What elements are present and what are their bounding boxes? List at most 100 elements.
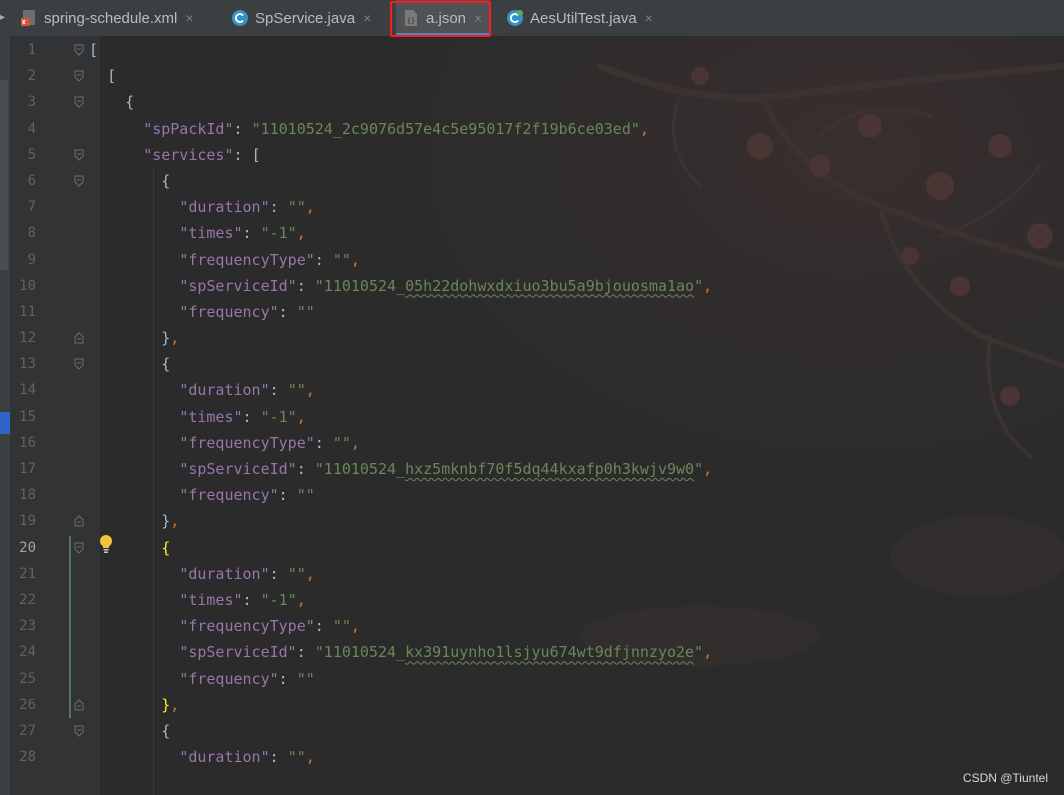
code-line[interactable]: 11 "frequency": "" <box>0 299 1064 325</box>
json-key: "times" <box>179 224 243 243</box>
line-number[interactable]: 24 <box>10 639 36 665</box>
code-line[interactable]: 26 }, <box>0 692 1064 718</box>
line-number[interactable]: 23 <box>10 613 36 639</box>
tab-label: SpService.java <box>255 9 356 27</box>
code-line[interactable]: 24 "spServiceId": "11010524_kx391uynho1l… <box>0 639 1064 665</box>
line-number[interactable]: 4 <box>10 116 36 142</box>
bracket: [ <box>251 145 261 164</box>
code-editor[interactable]: 1[2 [3 {4 "spPackId": "11010524_2c9076d5… <box>0 37 1064 770</box>
line-number[interactable]: 9 <box>10 247 36 273</box>
code-line[interactable]: 18 "frequency": "" <box>0 482 1064 508</box>
tab-scroll-left-icon[interactable]: ▸ <box>0 0 10 36</box>
line-number[interactable]: 6 <box>10 168 36 194</box>
line-number[interactable]: 5 <box>10 142 36 168</box>
line-number[interactable]: 10 <box>10 273 36 299</box>
code-line[interactable]: 9 "frequencyType": "", <box>0 247 1064 273</box>
code-line[interactable]: 3 { <box>0 89 1064 115</box>
fold-marker-icon[interactable] <box>74 175 84 187</box>
fold-marker-icon[interactable] <box>74 725 84 737</box>
code-line[interactable]: 14 "duration": "", <box>0 377 1064 403</box>
fold-marker-icon[interactable] <box>74 70 84 82</box>
line-number[interactable]: 2 <box>10 63 36 89</box>
json-key: "duration" <box>179 748 270 767</box>
code-text: "duration": "", <box>89 744 315 770</box>
close-icon[interactable]: × <box>185 10 193 26</box>
close-icon[interactable]: × <box>363 10 371 26</box>
json-string-value: "" <box>287 381 306 400</box>
bracket: { <box>161 538 171 557</box>
code-line[interactable]: 23 "frequencyType": "", <box>0 613 1064 639</box>
colon: : <box>233 145 252 164</box>
code-text: "frequency": "" <box>89 299 314 325</box>
json-string-value: "" <box>332 433 351 452</box>
code-line[interactable]: 15 "times": "-1", <box>0 404 1064 430</box>
tab-spservice-java[interactable]: SpService.java × <box>231 0 371 36</box>
line-number[interactable]: 20 <box>10 535 36 561</box>
code-line[interactable]: 4 "spPackId": "11010524_2c9076d57e4c5e95… <box>0 116 1064 142</box>
code-line[interactable]: 17 "spServiceId": "11010524_hxz5mknbf70f… <box>0 456 1064 482</box>
tab-spring-schedule-xml[interactable]: spring-schedule.xml × <box>20 0 194 36</box>
code-line[interactable]: 8 "times": "-1", <box>0 220 1064 246</box>
comma: , <box>296 590 306 609</box>
fold-marker-icon[interactable] <box>74 44 84 56</box>
fold-marker-icon[interactable] <box>74 698 84 711</box>
colon: : <box>278 486 297 505</box>
comma: , <box>350 250 360 269</box>
line-number[interactable]: 26 <box>10 692 36 718</box>
line-number[interactable]: 7 <box>10 194 36 220</box>
code-line[interactable]: 10 "spServiceId": "11010524_05h22dohwxdx… <box>0 273 1064 299</box>
code-line[interactable]: 19 }, <box>0 508 1064 534</box>
line-number[interactable]: 15 <box>10 404 36 430</box>
colon: : <box>314 250 333 269</box>
line-number[interactable]: 27 <box>10 718 36 744</box>
line-number[interactable]: 8 <box>10 220 36 246</box>
json-key: "duration" <box>179 564 270 583</box>
line-number[interactable]: 3 <box>10 89 36 115</box>
json-key: "frequency" <box>179 302 279 321</box>
line-number[interactable]: 22 <box>10 587 36 613</box>
code-line[interactable]: 16 "frequencyType": "", <box>0 430 1064 456</box>
code-line[interactable]: 6 { <box>0 168 1064 194</box>
line-number[interactable]: 13 <box>10 351 36 377</box>
code-line[interactable]: 28 "duration": "", <box>0 744 1064 770</box>
colon: : <box>242 224 261 243</box>
code-line[interactable]: 1[ <box>0 37 1064 63</box>
line-number[interactable]: 19 <box>10 508 36 534</box>
line-number[interactable]: 18 <box>10 482 36 508</box>
fold-marker-icon[interactable] <box>74 149 84 161</box>
code-line[interactable]: 5 "services": [ <box>0 142 1064 168</box>
code-line[interactable]: 22 "times": "-1", <box>0 587 1064 613</box>
code-line[interactable]: 25 "frequency": "" <box>0 666 1064 692</box>
code-line[interactable]: 7 "duration": "", <box>0 194 1064 220</box>
comma: , <box>305 748 315 767</box>
tab-aesutiltest-java[interactable]: AesUtilTest.java × <box>506 0 653 36</box>
fold-marker-icon[interactable] <box>74 515 84 527</box>
line-number[interactable]: 11 <box>10 299 36 325</box>
line-number[interactable]: 21 <box>10 561 36 587</box>
line-number[interactable]: 25 <box>10 666 36 692</box>
code-line[interactable]: 12 }, <box>0 325 1064 351</box>
code-text: "frequencyType": "", <box>89 247 360 273</box>
fold-marker-icon[interactable] <box>74 542 84 554</box>
code-line[interactable]: 21 "duration": "", <box>0 561 1064 587</box>
fold-marker-icon[interactable] <box>74 332 84 344</box>
code-line[interactable]: 13 { <box>0 351 1064 377</box>
line-number[interactable]: 14 <box>10 377 36 403</box>
fold-marker-icon[interactable] <box>74 358 84 370</box>
comma: , <box>305 564 315 583</box>
close-icon[interactable]: × <box>645 10 653 26</box>
bracket: { <box>161 721 171 740</box>
fold-marker-icon[interactable] <box>74 96 84 109</box>
code-line[interactable]: 27 { <box>0 718 1064 744</box>
code-line[interactable]: 2 [ <box>0 63 1064 89</box>
code-text: "spPackId": "11010524_2c9076d57e4c5e9501… <box>89 116 649 142</box>
code-line[interactable]: 20 { <box>0 535 1064 561</box>
json-key: "spServiceId" <box>179 643 297 662</box>
line-number[interactable]: 28 <box>10 744 36 770</box>
line-number[interactable]: 16 <box>10 430 36 456</box>
line-number[interactable]: 12 <box>10 325 36 351</box>
comma: , <box>305 381 315 400</box>
code-text: [ <box>89 37 98 63</box>
line-number[interactable]: 1 <box>10 37 36 63</box>
line-number[interactable]: 17 <box>10 456 36 482</box>
